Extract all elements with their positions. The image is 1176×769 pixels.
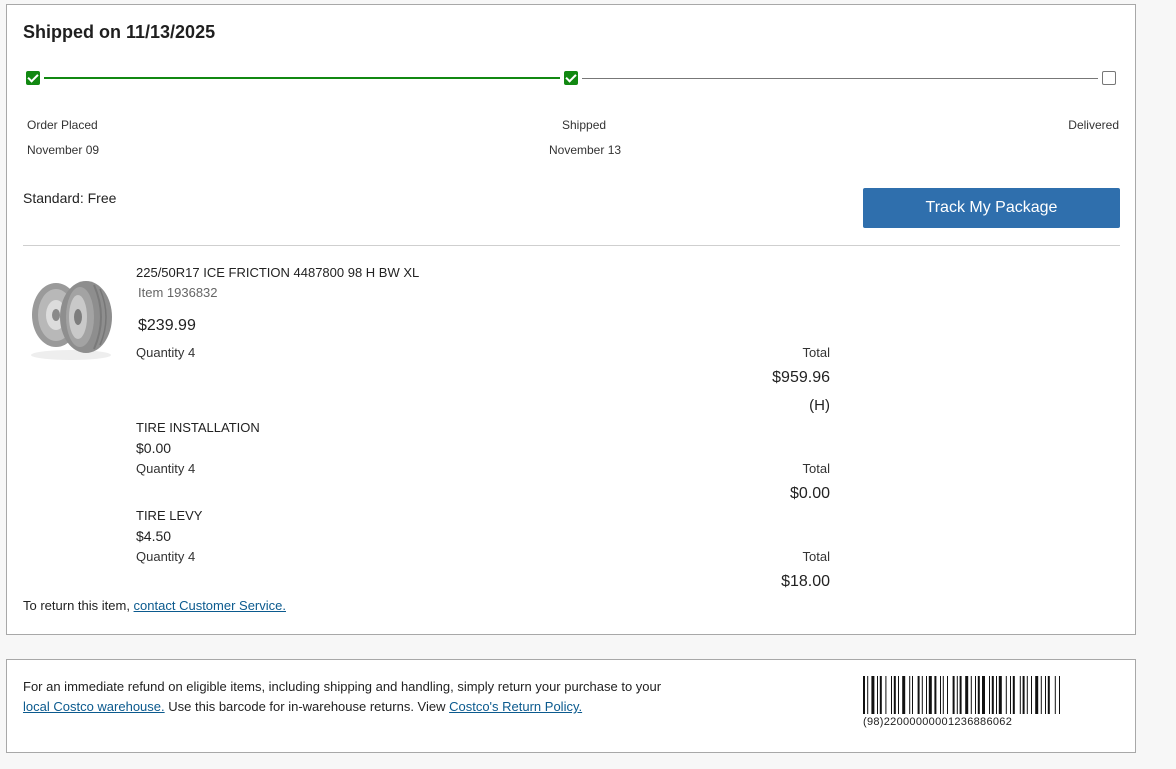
- barcode-bar: [940, 676, 941, 714]
- barcode-bar: [1005, 676, 1007, 714]
- barcode-bar: [989, 676, 990, 714]
- barcode-bar: [947, 676, 948, 714]
- barcode-bar: [982, 676, 985, 714]
- progress-line-pending: [582, 78, 1098, 79]
- return-note-text: To return this item,: [23, 598, 134, 613]
- item-name: TIRE LEVY: [136, 508, 203, 523]
- item-number: Item 1936832: [138, 285, 218, 300]
- return-policy-link[interactable]: Costco's Return Policy.: [449, 699, 582, 714]
- barcode-bar: [965, 676, 969, 714]
- step-label-shipped: Shipped: [562, 118, 607, 132]
- barcode-bar: [998, 676, 1002, 714]
- barcode-bar: [970, 676, 972, 714]
- refund-info: For an immediate refund on eligible item…: [23, 677, 683, 717]
- item-total-label: Total: [802, 461, 830, 476]
- barcode-bar: [867, 676, 869, 714]
- barcode-bar: [891, 676, 892, 714]
- barcode-number: (98)22000000001236886062: [863, 716, 1013, 728]
- item-total: $0.00: [789, 485, 830, 502]
- step-delivered-checkbox-icon: [1102, 71, 1116, 85]
- item-total: $18.00: [781, 573, 830, 590]
- item-total-label: Total: [802, 345, 830, 360]
- barcode-bar: [1022, 676, 1025, 714]
- step-order-placed-check-icon: [26, 71, 40, 85]
- barcode-bar: [1031, 676, 1032, 714]
- barcode-bar: [885, 676, 887, 714]
- barcode-bar: [917, 676, 920, 714]
- barcode-bar: [1059, 676, 1060, 714]
- refund-text-1: For an immediate refund on eligible item…: [23, 679, 662, 694]
- step-shipped-check-icon: [564, 71, 578, 85]
- barcode-bar: [934, 676, 937, 714]
- item-quantity: Quantity 4: [136, 549, 196, 564]
- shipping-method: Standard: Free: [23, 190, 117, 206]
- barcode-bar: [991, 676, 994, 714]
- barcode-bar: [1026, 676, 1028, 714]
- barcode-bar: [959, 676, 962, 714]
- barcode-bar: [956, 676, 958, 714]
- barcode-bar: [952, 676, 955, 714]
- step-label-order-placed: Order Placed: [27, 118, 98, 132]
- barcode-bar: [1012, 676, 1015, 714]
- barcode-bar: [1054, 676, 1056, 714]
- contact-customer-service-link[interactable]: contact Customer Service.: [134, 598, 286, 613]
- barcode-bar: [1040, 676, 1042, 714]
- barcode-bar: [1045, 676, 1046, 714]
- barcode-bar: [1019, 676, 1021, 714]
- step-label-delivered: Delivered: [1068, 118, 1119, 132]
- item-price: $4.50: [136, 528, 172, 544]
- barcode-bar: [912, 676, 913, 714]
- item-name: TIRE INSTALLATION: [136, 420, 260, 435]
- warehouse-return-card: For an immediate refund on eligible item…: [6, 659, 1136, 753]
- item-quantity: Quantity 4: [136, 345, 196, 360]
- item-total: $959.96: [772, 369, 830, 386]
- item-price: $0.00: [136, 440, 172, 456]
- item-name: 225/50R17 ICE FRICTION 4487800 98 H BW X…: [136, 265, 420, 280]
- shipment-card: Shipped on 11/13/2025 Order Placed Novem…: [6, 4, 1136, 635]
- barcode-bar: [926, 676, 927, 714]
- barcode-bar: [996, 676, 997, 714]
- step-date-order-placed: November 09: [27, 143, 100, 157]
- item-tax-flag: (H): [809, 397, 830, 414]
- track-package-button[interactable]: Track My Package: [863, 188, 1120, 228]
- barcode-bar: [1047, 676, 1050, 714]
- barcode-bar: [902, 676, 906, 714]
- step-date-shipped: November 13: [549, 143, 622, 157]
- local-warehouse-link[interactable]: local Costco warehouse.: [23, 699, 165, 714]
- return-note: To return this item, contact Customer Se…: [23, 598, 286, 613]
- barcode-bar: [879, 676, 882, 714]
- barcode-bar: [928, 676, 932, 714]
- barcode-bar: [977, 676, 980, 714]
- barcode-bar: [871, 676, 875, 714]
- barcode-bar: [863, 676, 865, 714]
- item-quantity: Quantity 4: [136, 461, 196, 476]
- item-price: $239.99: [138, 317, 196, 334]
- barcode-bar: [893, 676, 896, 714]
- item-total-label: Total: [802, 549, 830, 564]
- barcode-bar: [877, 676, 878, 714]
- shipment-title: Shipped on 11/13/2025: [23, 22, 216, 42]
- barcode-bar: [898, 676, 899, 714]
- progress-line-completed: [44, 77, 560, 79]
- barcode-bar: [909, 676, 911, 714]
- barcode-bar: [942, 676, 944, 714]
- tire-icon: [31, 281, 112, 360]
- barcode-bar: [1010, 676, 1011, 714]
- divider: [23, 245, 1120, 246]
- refund-text-2: Use this barcode for in-warehouse return…: [164, 699, 450, 714]
- barcode-bar: [975, 676, 976, 714]
- barcode-bar: [1035, 676, 1039, 714]
- barcode-bar: [921, 676, 923, 714]
- return-barcode: [863, 676, 1060, 714]
